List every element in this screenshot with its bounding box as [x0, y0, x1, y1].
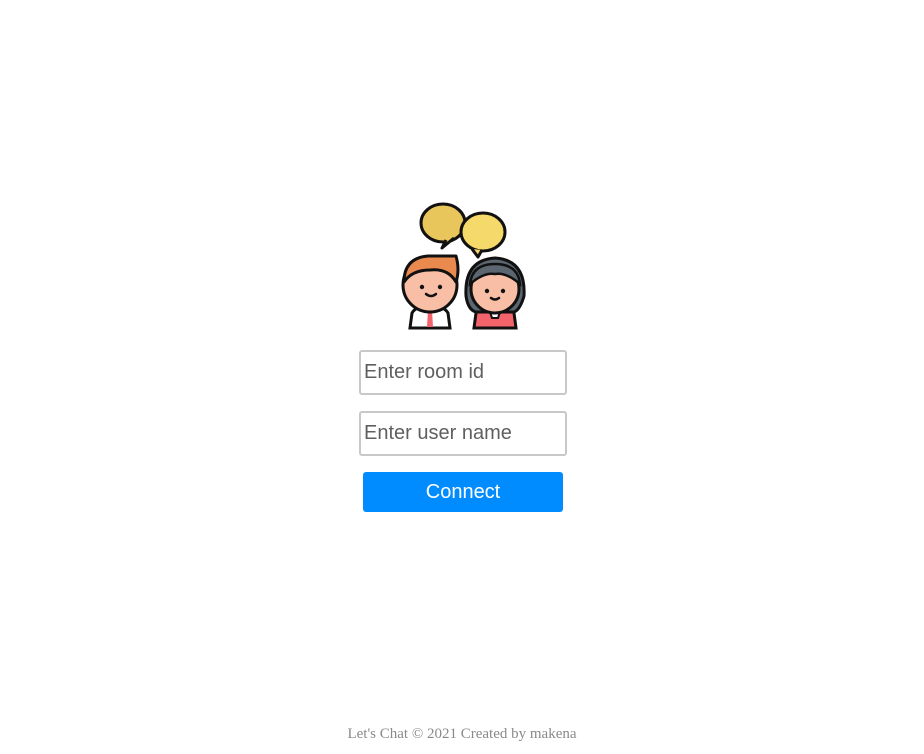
login-page: Connect Let's Chat © 2021 Created by mak…	[0, 0, 924, 754]
user-name-input[interactable]	[359, 411, 567, 456]
room-id-input[interactable]	[359, 350, 567, 395]
footer-text: Let's Chat © 2021 Created by makena	[347, 726, 577, 742]
boy-avatar-icon	[401, 254, 460, 330]
speech-bubble-right-icon	[459, 211, 507, 259]
chat-people-icon	[401, 202, 526, 330]
girl-avatar-icon	[464, 256, 526, 330]
speech-bubble-left-icon	[419, 202, 467, 250]
connect-button[interactable]: Connect	[363, 472, 563, 512]
